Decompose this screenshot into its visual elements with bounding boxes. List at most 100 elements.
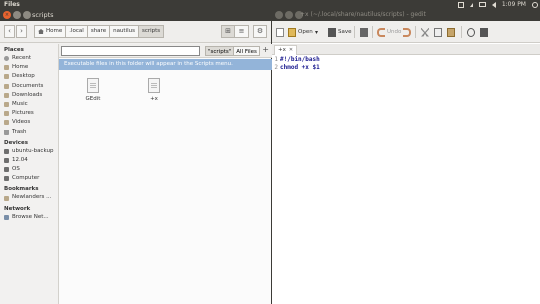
drive-icon [4, 167, 9, 173]
open-button[interactable]: Open [288, 26, 313, 38]
trash-icon [4, 129, 9, 135]
computer-icon [4, 176, 9, 182]
sidebar-item-desktop[interactable]: Desktop [0, 72, 58, 81]
paste-icon [447, 27, 455, 37]
text-editor[interactable]: 1 #!/bin/bash 2 chmod +x $1 [272, 56, 540, 304]
close-window-button[interactable]: × [3, 11, 11, 19]
network-icon[interactable] [469, 2, 473, 7]
downloads-folder-icon [4, 92, 9, 98]
documents-folder-icon [4, 83, 9, 89]
sidebar-item-music[interactable]: Music [0, 100, 58, 109]
forward-button[interactable]: › [16, 25, 27, 38]
sidebar-item-trash[interactable]: Trash [0, 128, 58, 137]
sidebar-item-videos[interactable]: Videos [0, 118, 58, 127]
files-window: × scripts ‹ › Home .local share nautilus… [0, 9, 272, 304]
devices-header: Devices [4, 139, 29, 146]
code-line: 1 #!/bin/bash [272, 56, 540, 64]
breadcrumb-scripts[interactable]: scripts [138, 25, 165, 38]
tab-label: +x [278, 47, 286, 53]
print-button[interactable] [360, 26, 368, 38]
view-buttons: ⊞ ≡ ⚙ [221, 25, 267, 38]
line-number: 2 [274, 64, 278, 71]
sidebar-item-documents[interactable]: Documents [0, 82, 58, 91]
redo-icon [403, 27, 411, 37]
sidebar-item-os[interactable]: OS [0, 165, 58, 174]
tab-plus-x[interactable]: +x ✕ [274, 45, 298, 55]
file-item-gedit[interactable]: GEdit [79, 78, 107, 102]
sidebar-item-pictures[interactable]: Pictures [0, 109, 58, 118]
files-titlebar: × scripts [0, 9, 271, 21]
bookmark-folder-icon [4, 195, 9, 201]
file-name: GEdit [85, 96, 101, 102]
minimize-window-button[interactable] [13, 11, 21, 19]
clock-icon [4, 56, 9, 62]
text-file-icon [87, 78, 99, 93]
sidebar-item-bookmark[interactable]: Newlanders ... [0, 193, 58, 202]
line-text: chmod +x $1 [280, 64, 320, 71]
print-icon [360, 27, 368, 37]
copy-button[interactable] [434, 26, 442, 38]
close-window-button[interactable] [275, 11, 283, 19]
text-file-icon [148, 78, 160, 93]
new-document-button[interactable] [276, 26, 284, 38]
music-folder-icon [4, 102, 9, 108]
file-view: "scripts" All Files + Executable files i… [58, 44, 272, 304]
sidebar-item-computer[interactable]: Computer [0, 174, 58, 183]
home-icon [38, 29, 44, 34]
redo-button[interactable] [403, 26, 411, 38]
sidebar-item-downloads[interactable]: Downloads [0, 91, 58, 100]
grid-view-button[interactable]: ⊞ [221, 25, 235, 38]
line-number: 1 [274, 56, 278, 63]
sidebar-item-home[interactable]: Home [0, 63, 58, 72]
menu-button[interactable]: ⚙ [253, 25, 267, 38]
gedit-toolbar: Open ▾ Save Undo [272, 21, 540, 43]
open-dropdown-button[interactable]: ▾ [315, 26, 318, 38]
minimize-window-button[interactable] [285, 11, 293, 19]
system-tray: 1:09 PM [457, 0, 538, 9]
active-app-name: Files [4, 1, 20, 8]
cut-button[interactable] [421, 26, 429, 38]
breadcrumb-home[interactable]: Home [34, 25, 67, 38]
sidebar-item-recent[interactable]: Recent [0, 54, 58, 63]
cut-icon [421, 27, 429, 37]
sidebar-item-ubuntu-backup[interactable]: ubuntu-backup [0, 147, 58, 156]
scope-all-files[interactable]: All Files [234, 46, 260, 56]
save-button[interactable]: Save [328, 26, 352, 38]
videos-folder-icon [4, 120, 9, 126]
search-input[interactable] [61, 46, 200, 56]
maximize-window-button[interactable] [23, 11, 31, 19]
list-view-button[interactable]: ≡ [235, 25, 249, 38]
scope-current-folder[interactable]: "scripts" [205, 46, 235, 56]
breadcrumb-nautilus[interactable]: nautilus [110, 25, 139, 38]
close-icon[interactable]: ✕ [289, 46, 293, 55]
breadcrumb-share[interactable]: share [87, 25, 111, 38]
undo-button[interactable]: Undo [377, 26, 401, 38]
toolbar-separator [372, 26, 373, 38]
breadcrumb: Home .local share nautilus scripts [34, 25, 165, 38]
mail-icon[interactable] [457, 1, 464, 8]
paste-button[interactable] [447, 26, 455, 38]
new-document-icon [276, 27, 284, 37]
code-line: 2 chmod +x $1 [272, 64, 540, 72]
breadcrumb-local[interactable]: .local [66, 25, 88, 38]
find-button[interactable] [467, 26, 475, 38]
toolbar-separator [354, 26, 355, 38]
volume-icon[interactable] [491, 1, 496, 8]
gedit-window: +x (~/.local/share/nautilus/scripts) - g… [272, 9, 540, 304]
copy-icon [434, 27, 442, 37]
battery-icon[interactable] [478, 2, 486, 7]
sidebar-item-12-04[interactable]: 12.04 [0, 156, 58, 165]
save-icon [328, 27, 336, 37]
add-criteria-button[interactable]: + [262, 45, 269, 54]
bookmarks-header: Bookmarks [4, 186, 39, 193]
file-item-plus-x[interactable]: +x [140, 78, 168, 102]
back-button[interactable]: ‹ [4, 25, 15, 38]
session-gear-icon[interactable] [532, 1, 538, 8]
scripts-info-bar: Executable files in this folder will app… [59, 59, 272, 70]
clock[interactable]: 1:09 PM [502, 0, 526, 9]
toolbar-separator [461, 26, 462, 38]
open-folder-icon [288, 27, 296, 37]
replace-button[interactable] [480, 26, 488, 38]
sidebar-item-browse-network[interactable]: Browse Net... [0, 213, 58, 222]
line-text: #!/bin/bash [280, 56, 320, 63]
